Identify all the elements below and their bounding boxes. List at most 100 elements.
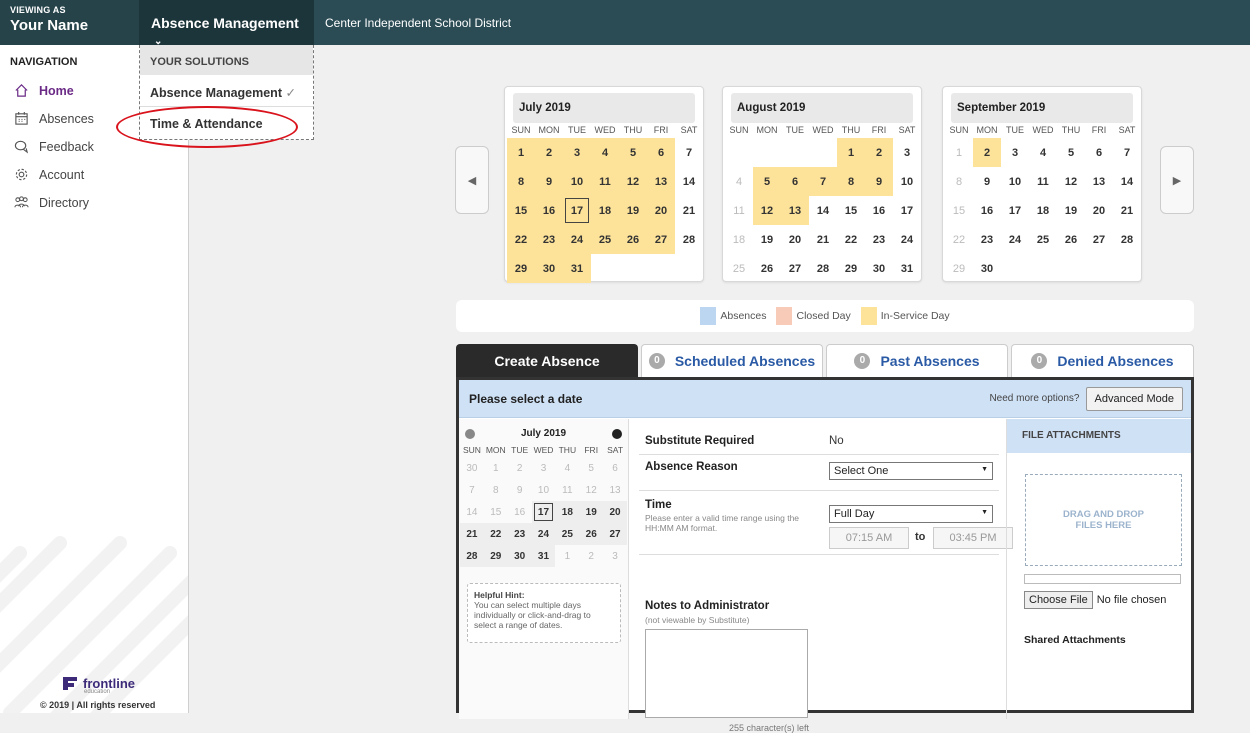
- calendar-day[interactable]: 28: [675, 225, 703, 254]
- tab-past-absences[interactable]: 0 Past Absences: [826, 344, 1008, 377]
- calendar-next-button[interactable]: ▶: [1160, 146, 1194, 214]
- product-switcher[interactable]: Absence Management ⌄: [139, 0, 314, 47]
- calendar-day[interactable]: 4: [725, 167, 753, 196]
- calendar-day[interactable]: 2: [865, 138, 893, 167]
- calendar-day[interactable]: 9: [535, 167, 563, 196]
- mini-calendar-day[interactable]: 18: [555, 501, 580, 523]
- calendar-day[interactable]: 3: [893, 138, 921, 167]
- calendar-day[interactable]: 17: [893, 196, 921, 225]
- calendar-day[interactable]: 20: [647, 196, 675, 225]
- calendar-day[interactable]: 21: [809, 225, 837, 254]
- calendar-day[interactable]: 7: [1113, 138, 1141, 167]
- mini-calendar-day[interactable]: 23: [507, 523, 532, 545]
- calendar-day[interactable]: 25: [725, 254, 753, 283]
- calendar-day[interactable]: 16: [535, 196, 563, 225]
- calendar-day[interactable]: 24: [563, 225, 591, 254]
- calendar-day[interactable]: 11: [725, 196, 753, 225]
- calendar-day[interactable]: 16: [865, 196, 893, 225]
- calendar-day[interactable]: 18: [591, 196, 619, 225]
- calendar-day[interactable]: 30: [865, 254, 893, 283]
- calendar-day[interactable]: 19: [1057, 196, 1085, 225]
- time-type-select[interactable]: Full Day: [829, 505, 993, 523]
- organization-name[interactable]: Center Independent School District: [325, 16, 511, 30]
- calendar-day[interactable]: 1: [945, 138, 973, 167]
- calendar-day[interactable]: 27: [647, 225, 675, 254]
- viewing-as-panel[interactable]: VIEWING AS Your Name: [0, 0, 139, 45]
- calendar-day[interactable]: 9: [865, 167, 893, 196]
- mini-calendar-day[interactable]: 27: [603, 523, 627, 545]
- calendar-day[interactable]: 8: [837, 167, 865, 196]
- mini-calendar-day[interactable]: 21: [460, 523, 484, 545]
- dropdown-item-absence-management[interactable]: Absence Management ✓: [140, 75, 313, 107]
- calendar-day[interactable]: 17: [563, 196, 591, 225]
- tab-create-absence[interactable]: Create Absence: [456, 344, 638, 377]
- sidebar-item-absences[interactable]: Absences: [14, 111, 94, 126]
- calendar-day[interactable]: 20: [781, 225, 809, 254]
- calendar-day[interactable]: 17: [1001, 196, 1029, 225]
- calendar-day[interactable]: 19: [753, 225, 781, 254]
- calendar-day[interactable]: 23: [973, 225, 1001, 254]
- tab-denied-absences[interactable]: 0 Denied Absences: [1011, 344, 1194, 377]
- calendar-day[interactable]: 30: [535, 254, 563, 283]
- calendar-day[interactable]: 6: [781, 167, 809, 196]
- drag-drop-zone[interactable]: DRAG AND DROP FILES HERE: [1025, 474, 1182, 566]
- choose-file-button[interactable]: Choose File: [1024, 591, 1093, 609]
- calendar-day[interactable]: 10: [893, 167, 921, 196]
- calendar-day[interactable]: 14: [675, 167, 703, 196]
- calendar-day[interactable]: 22: [945, 225, 973, 254]
- calendar-day[interactable]: 11: [1029, 167, 1057, 196]
- mini-prev-icon[interactable]: [465, 428, 475, 439]
- calendar-day[interactable]: 27: [781, 254, 809, 283]
- calendar-day[interactable]: 22: [837, 225, 865, 254]
- sidebar-item-directory[interactable]: Directory: [14, 195, 89, 210]
- calendar-day[interactable]: 27: [1085, 225, 1113, 254]
- calendar-day[interactable]: 26: [753, 254, 781, 283]
- calendar-day[interactable]: 1: [837, 138, 865, 167]
- mini-calendar-day[interactable]: 19: [579, 501, 604, 523]
- calendar-day[interactable]: 28: [809, 254, 837, 283]
- calendar-day[interactable]: 3: [1001, 138, 1029, 167]
- advanced-mode-button[interactable]: Advanced Mode: [1085, 386, 1183, 411]
- calendar-day[interactable]: 7: [675, 138, 703, 167]
- calendar-day[interactable]: 25: [591, 225, 619, 254]
- calendar-day[interactable]: 10: [563, 167, 591, 196]
- calendar-day[interactable]: 11: [591, 167, 619, 196]
- absence-reason-select[interactable]: Select One: [829, 462, 993, 480]
- calendar-day[interactable]: 24: [893, 225, 921, 254]
- mini-calendar-day[interactable]: 25: [555, 523, 580, 545]
- calendar-day[interactable]: 25: [1029, 225, 1057, 254]
- calendar-day[interactable]: 7: [809, 167, 837, 196]
- calendar-prev-button[interactable]: ◀: [455, 146, 489, 214]
- calendar-day[interactable]: 5: [753, 167, 781, 196]
- calendar-day[interactable]: 14: [809, 196, 837, 225]
- calendar-day[interactable]: 12: [753, 196, 781, 225]
- tab-scheduled-absences[interactable]: 0 Scheduled Absences: [641, 344, 823, 377]
- mini-calendar-day[interactable]: 30: [507, 545, 532, 567]
- mini-calendar-day[interactable]: 20: [603, 501, 627, 523]
- calendar-day[interactable]: 13: [1085, 167, 1113, 196]
- calendar-day[interactable]: 31: [893, 254, 921, 283]
- calendar-day[interactable]: 12: [1057, 167, 1085, 196]
- calendar-day[interactable]: 21: [675, 196, 703, 225]
- mini-calendar-day[interactable]: 31: [531, 545, 556, 567]
- calendar-day[interactable]: 18: [725, 225, 753, 254]
- calendar-day[interactable]: 20: [1085, 196, 1113, 225]
- calendar-day[interactable]: 6: [647, 138, 675, 167]
- calendar-day[interactable]: 5: [1057, 138, 1085, 167]
- sidebar-item-feedback[interactable]: Feedback: [14, 139, 94, 154]
- calendar-day[interactable]: 26: [619, 225, 647, 254]
- calendar-day[interactable]: 23: [535, 225, 563, 254]
- calendar-day[interactable]: 29: [945, 254, 973, 283]
- end-time-input[interactable]: 03:45 PM: [933, 527, 1013, 549]
- calendar-day[interactable]: 15: [507, 196, 535, 225]
- calendar-day[interactable]: 21: [1113, 196, 1141, 225]
- calendar-day[interactable]: 16: [973, 196, 1001, 225]
- calendar-day[interactable]: 6: [1085, 138, 1113, 167]
- calendar-day[interactable]: 19: [619, 196, 647, 225]
- calendar-day[interactable]: 18: [1029, 196, 1057, 225]
- calendar-day[interactable]: 2: [973, 138, 1001, 167]
- calendar-day[interactable]: 14: [1113, 167, 1141, 196]
- calendar-day[interactable]: 24: [1001, 225, 1029, 254]
- calendar-day[interactable]: 1: [507, 138, 535, 167]
- mini-calendar-day[interactable]: 17: [531, 501, 556, 523]
